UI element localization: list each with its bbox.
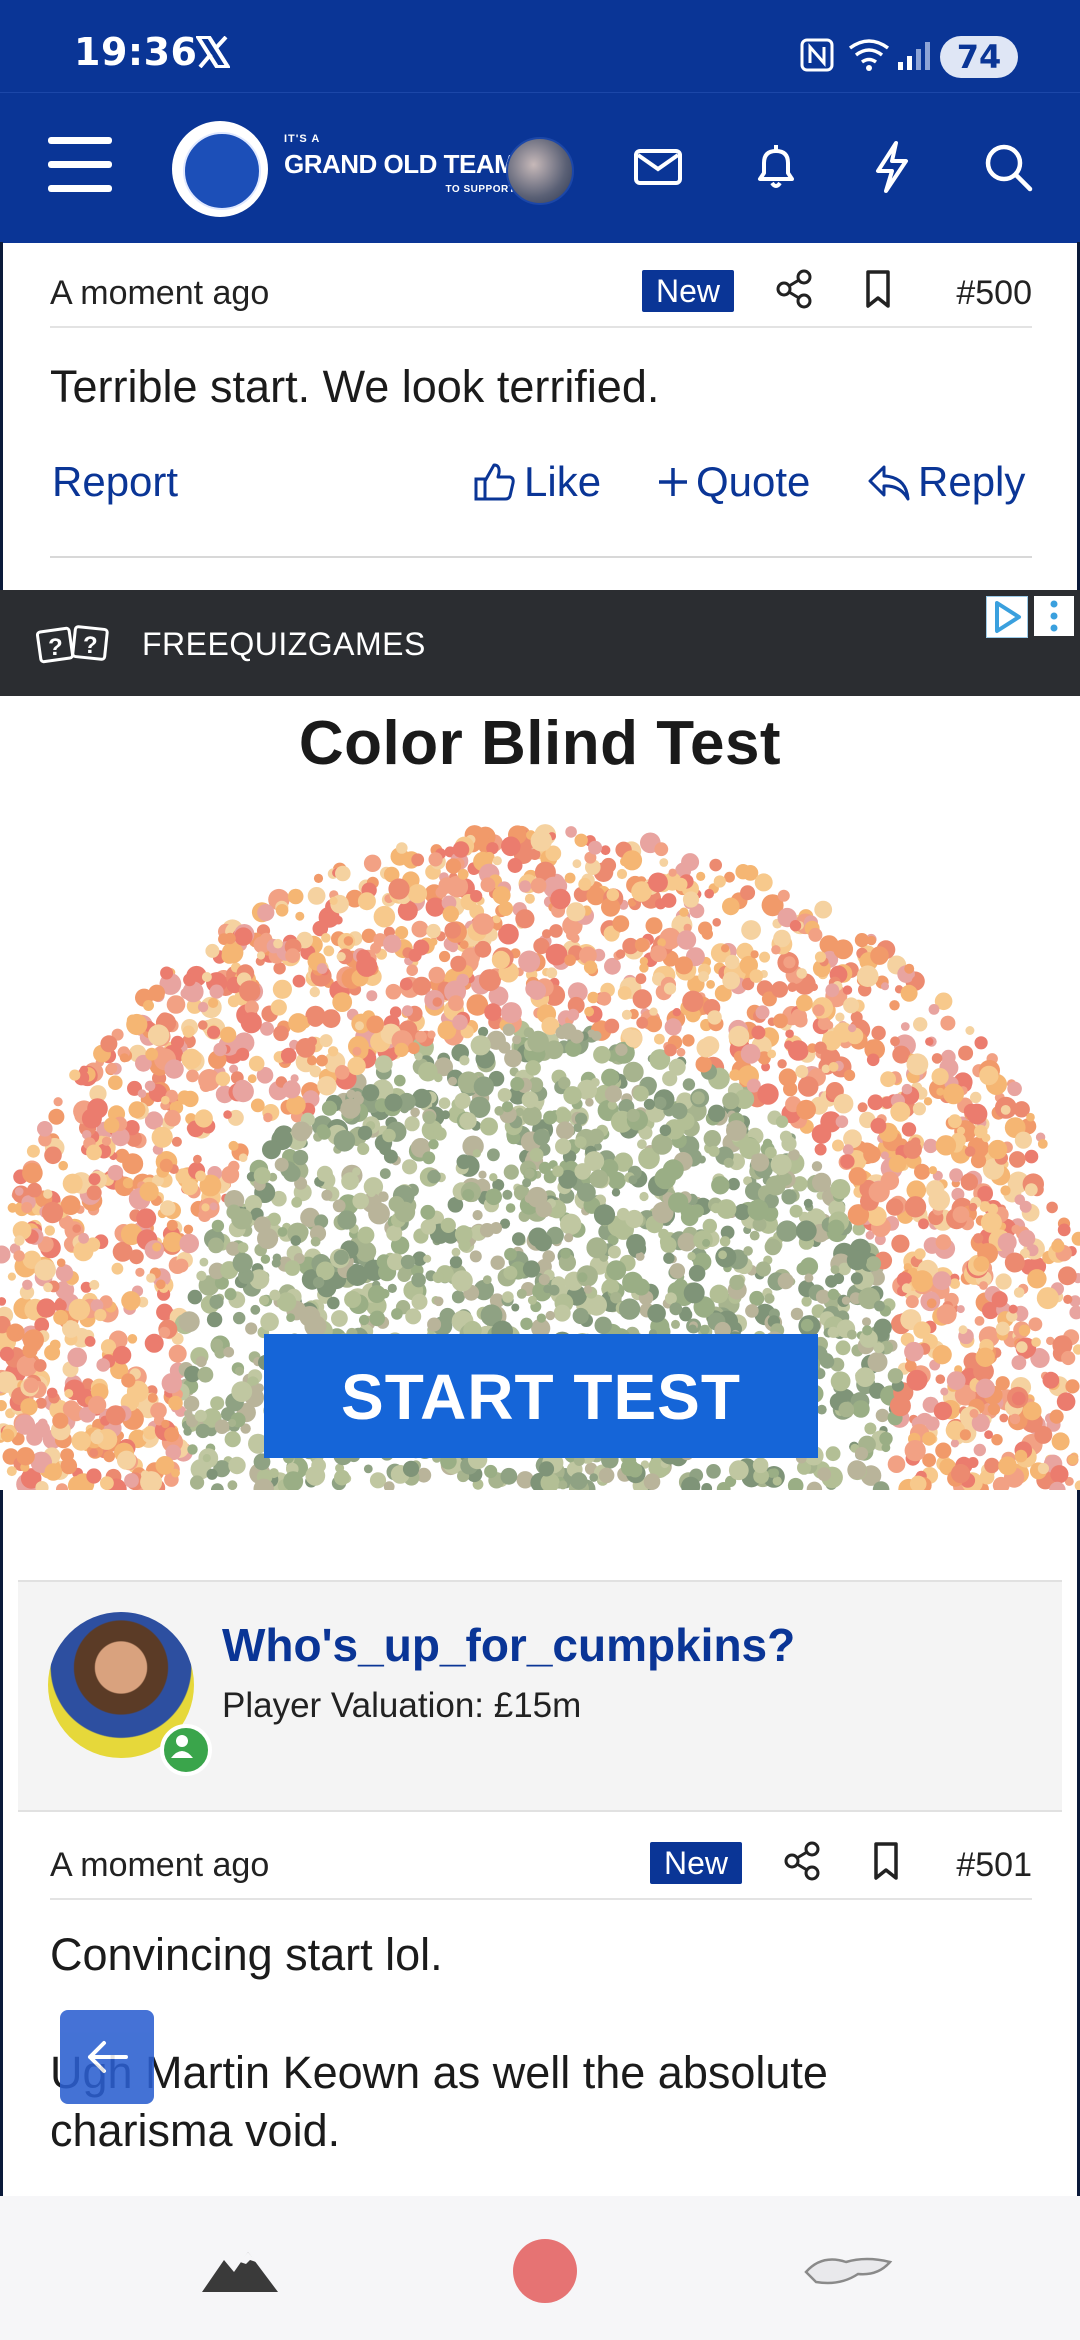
advertisement[interactable]: ? ? FREEQUIZGAMES Color Blind Test START… — [0, 590, 1080, 1490]
bookmark-icon[interactable] — [858, 268, 898, 310]
signal-icon — [898, 42, 930, 70]
arrow-left-icon — [88, 2041, 128, 2073]
x-app-icon — [196, 36, 230, 68]
plus-icon — [659, 468, 687, 496]
like-label: Like — [524, 458, 602, 505]
ad-title: Color Blind Test — [298, 709, 782, 778]
post-divider — [50, 556, 1032, 558]
quiz-icon: ? ? — [36, 625, 109, 664]
ad-brand[interactable]: FREEQUIZGAMES — [142, 626, 426, 663]
brand-title: GRAND OLD TEAM — [284, 149, 516, 179]
online-status-icon — [160, 1724, 212, 1776]
club-crest-logo[interactable] — [172, 121, 268, 217]
post-paragraph: charisma void. — [50, 2105, 341, 2156]
svg-text:?: ? — [83, 632, 98, 659]
status-bar: 19:36 74 — [0, 0, 1080, 92]
new-badge: New — [650, 1842, 743, 1884]
post-paragraph: Ugh Martin Keown as well the absolute — [50, 2047, 828, 2098]
user-card: Who's_up_for_cumpkins? Player Valuation:… — [18, 1580, 1062, 1812]
status-time: 19:36 — [74, 30, 198, 74]
post-number[interactable]: #500 — [956, 274, 1032, 313]
report-label: Report — [52, 458, 179, 505]
user-valuation: Player Valuation: £15m — [222, 1686, 582, 1725]
report-link[interactable]: Report — [52, 458, 178, 506]
wifi-icon — [848, 39, 890, 71]
quote-label: Quote — [696, 458, 811, 505]
battery-level: 74 — [956, 38, 1002, 76]
floating-back-button[interactable] — [60, 2010, 154, 2104]
post-text: Terrible start. We look terrified. — [50, 361, 660, 412]
post-paragraph: Convincing start lol. — [50, 1929, 443, 1980]
adchoices-icon[interactable] — [986, 596, 1028, 638]
like-button[interactable]: Like — [472, 458, 601, 506]
post-border-left — [0, 1490, 3, 2196]
start-test-button[interactable]: START TEST — [264, 1334, 818, 1458]
share-icon[interactable] — [782, 1840, 824, 1882]
post-number[interactable]: #501 — [956, 1846, 1032, 1885]
post-meta: A moment ago New #501 — [50, 1834, 1032, 1900]
ad-header: ? ? FREEQUIZGAMES — [0, 590, 1080, 696]
lightning-icon[interactable] — [862, 137, 922, 197]
search-icon[interactable] — [978, 137, 1038, 197]
mountain-icon[interactable] — [200, 2246, 280, 2298]
svg-text:?: ? — [48, 634, 63, 661]
nfc-icon — [800, 38, 834, 72]
ad-options-icon[interactable] — [1034, 596, 1074, 636]
app-header: IT'S A GRAND OLD TEAM TO SUPPORT — [0, 92, 1080, 243]
reply-arrow-icon — [868, 465, 910, 501]
quote-button[interactable]: Quote — [656, 458, 810, 506]
site-logo[interactable]: IT'S A GRAND OLD TEAM TO SUPPORT — [284, 133, 516, 195]
bookmark-icon[interactable] — [866, 1840, 906, 1882]
envelope-icon[interactable] — [628, 137, 688, 197]
post-actions: Report Like Quote Reply — [50, 458, 1032, 528]
post-time: A moment ago — [50, 274, 270, 312]
new-badge: New — [642, 270, 735, 312]
reply-label: Reply — [918, 458, 1026, 505]
hamburger-menu-icon[interactable] — [48, 137, 116, 193]
home-circle-icon[interactable] — [510, 2236, 580, 2306]
post-time: A moment ago — [50, 1846, 270, 1884]
user-avatar[interactable] — [506, 137, 574, 205]
brand-small: IT'S A — [284, 133, 321, 145]
user-card-pointer — [92, 1786, 148, 1810]
thumbs-up-icon — [474, 463, 515, 501]
back-gesture-icon[interactable] — [802, 2246, 894, 2292]
bell-icon[interactable] — [746, 137, 806, 197]
username-link[interactable]: Who's_up_for_cumpkins? — [222, 1618, 795, 1672]
post-border-left — [0, 242, 3, 590]
battery-icon: 74 — [940, 36, 1018, 78]
reply-button[interactable]: Reply — [866, 458, 1025, 506]
brand-sub: TO SUPPORT — [445, 184, 516, 195]
share-icon[interactable] — [774, 268, 816, 310]
system-navigation-bar — [0, 2196, 1080, 2340]
post-meta: A moment ago New #500 — [50, 262, 1032, 328]
